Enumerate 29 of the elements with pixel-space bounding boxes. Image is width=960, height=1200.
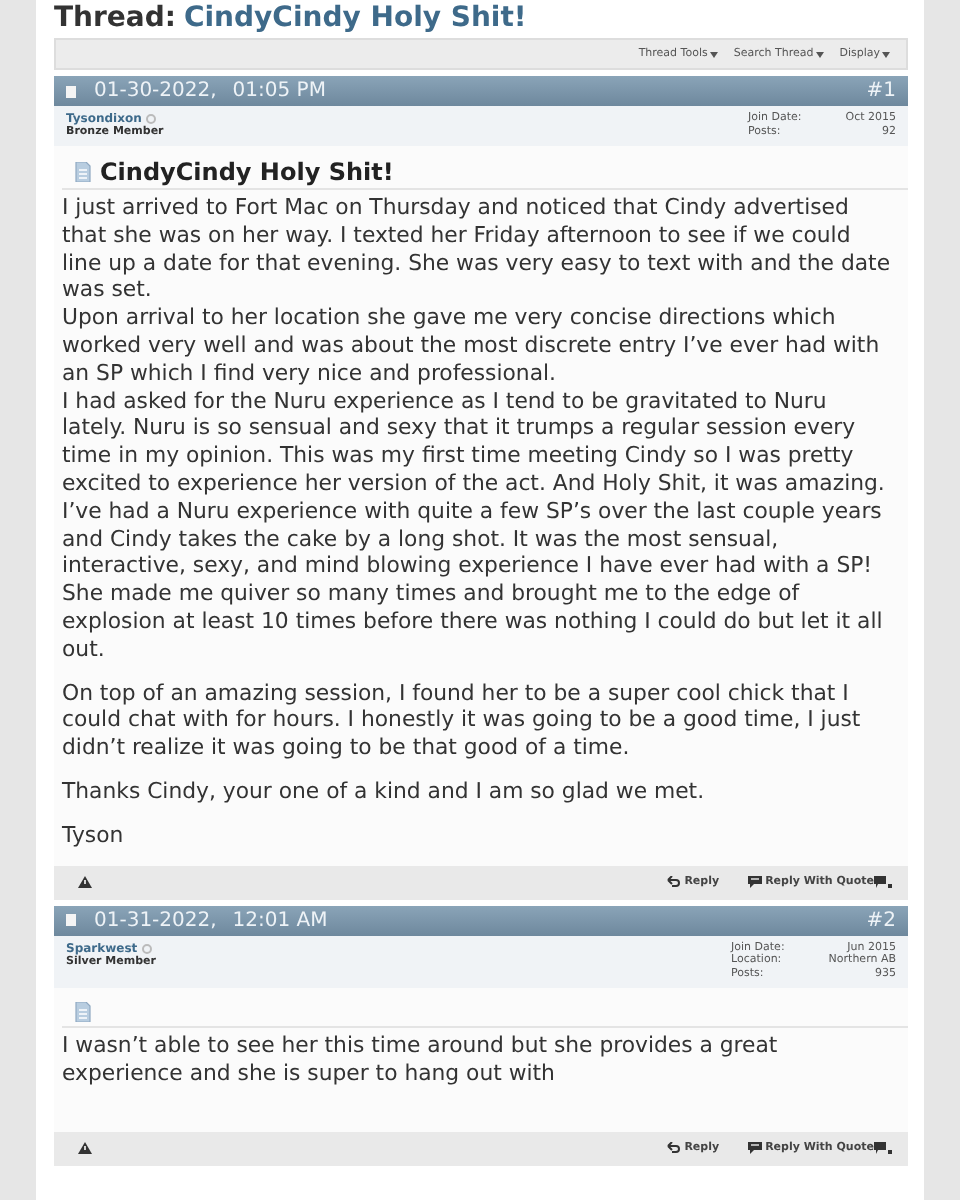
post-date: 01-30-2022, [94, 80, 217, 102]
post-paragraph: I had asked for the Nuru experience as I tend to be gravitated to Nuru lately. Nuru is so sensual and sexy that it trumps a regular session every time in my opinion. This was my first time meeting Cindy so I was pretty excited to experience her version of the act. And Holy Shit, it was amazing. I’ve had a Nuru experience with quite a few SP’s over the last couple years and Cindy takes the cake by a long shot. It was the most sensual, interactive, sexy, and mind blowing experience I have ever had with a SP! She made me quiver so many times and brought me to the edge of explosion at least 10 times before there was nothing I could do but let it all out. [62, 387, 887, 664]
post-date: 01-31-2022, [94, 909, 217, 932]
caret-icon [709, 51, 718, 57]
post-paragraph: I just arrived to Fort Mac on Thursday and noticed that Cindy advertised that she was on her way. I texted her Friday afternoon to see if we could line up a date for that evening. She was very easy to text with and the date was set. [62, 194, 893, 305]
speech-bubble-icon [747, 1142, 762, 1155]
thread-label: Thread: [54, 2, 176, 36]
post-status-icon [66, 914, 76, 927]
multi-quote-icon[interactable] [874, 875, 892, 890]
document-icon [74, 162, 92, 182]
thread-title: CindyCindy Holy Shit! [183, 2, 527, 36]
post-time: 01:05 PM [232, 80, 326, 102]
post-status-icon [66, 85, 76, 97]
speech-bubble-icon [747, 876, 762, 889]
post-paragraph: I wasn’t able to see her this time around but she provides a great experience and she is super to hang out with [62, 1032, 780, 1088]
post-paragraph: Tyson [62, 821, 126, 850]
warning-icon[interactable] [78, 1142, 92, 1155]
document-icon [74, 1002, 92, 1023]
post-paragraph: Thanks Cindy, your one of a kind and I am so glad we met. [62, 777, 707, 806]
warning-icon[interactable] [78, 876, 92, 889]
caret-icon [882, 51, 890, 57]
post-title: CindyCindy Holy Shit! [100, 158, 394, 186]
post-paragraph: On top of an amazing session, I found her to be a super cool chick that I could chat with for hours. I honestly it was going to be a good time, I just didn’t realize it was going to be that good of a time. [62, 679, 863, 762]
multi-quote-icon[interactable] [874, 1141, 892, 1156]
post-time: 12:01 AM [232, 909, 328, 932]
caret-icon [815, 51, 824, 57]
reply-arrow-icon [666, 1142, 681, 1155]
post-paragraph: Upon arrival to her location she gave me very concise directions which worked very well and was about the most discrete entry I’ve ever had with an SP which I find very nice and professional. [62, 304, 882, 388]
reply-arrow-icon [666, 876, 681, 889]
